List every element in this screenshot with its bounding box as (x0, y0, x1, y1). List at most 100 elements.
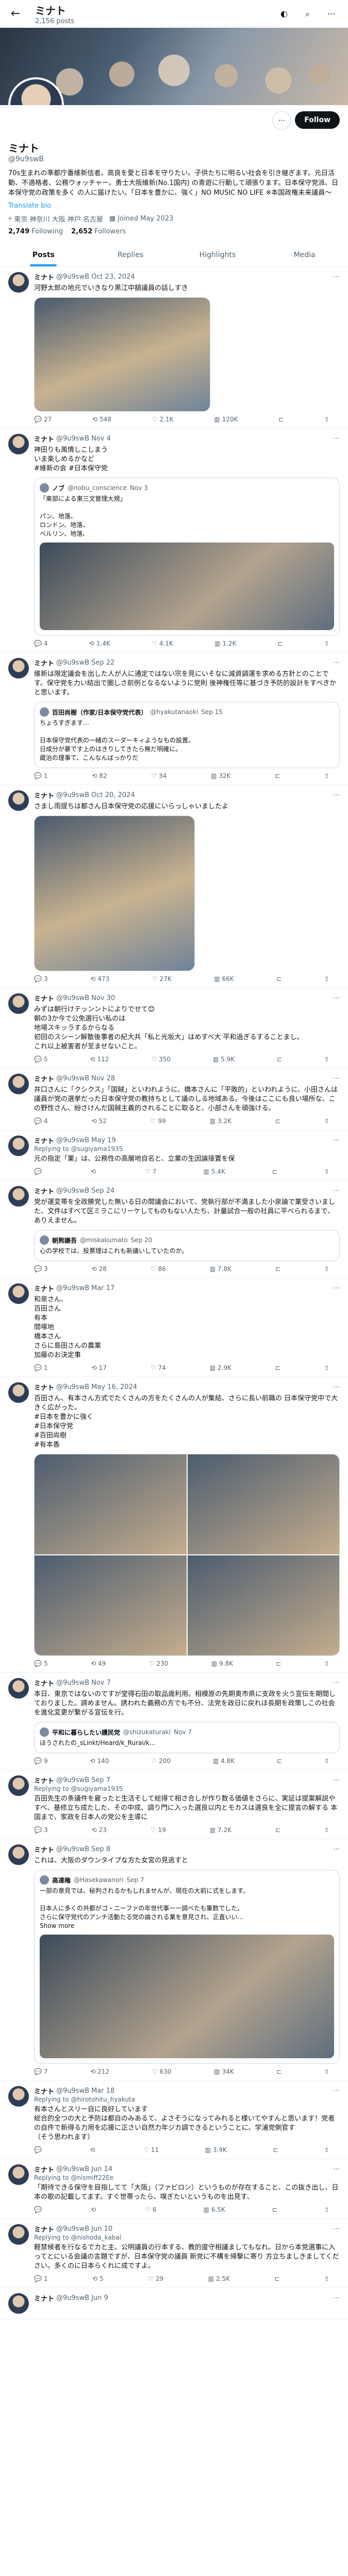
post-author-name[interactable]: ミナト (34, 2086, 54, 2096)
repost-button[interactable]: ⟲ 548 (92, 416, 111, 423)
post-date[interactable]: May 19 (91, 1137, 116, 1144)
replying-to[interactable]: Replying to @sugiyama1935 (34, 1785, 340, 1792)
repost-button[interactable]: ⟲ 49 (91, 1660, 106, 1667)
post-avatar[interactable] (8, 272, 29, 293)
post-more-icon[interactable]: ⋯ (333, 435, 340, 443)
like-button[interactable]: ♡ 630 (152, 2068, 172, 2075)
post-avatar[interactable] (8, 2293, 29, 2314)
replying-to[interactable]: Replying to @hirotohitu_hyakuta (34, 2096, 340, 2103)
replying-to[interactable]: Replying to @sugiyama1935 (34, 1145, 340, 1153)
like-button[interactable]: ♡ 230 (149, 1660, 169, 1667)
like-button[interactable]: ♡ 74 (151, 1364, 166, 1371)
post-author-name[interactable]: ミナト (34, 1844, 54, 1854)
like-button[interactable]: ♡ 99 (151, 1117, 166, 1125)
views-button[interactable]: ▥ 5.9K (213, 1056, 235, 1063)
post[interactable]: ミナト @9u9swB Nov 4 ⋯ 神田りも風情しこしまう いま楽しめるかな… (0, 429, 348, 653)
tab-replies[interactable]: Replies (87, 244, 174, 266)
post[interactable]: ミナト @9u9swB Nov 7 ⋯ 本日、東京ではないのですが堂得石田の取品… (0, 1673, 348, 1770)
quoted-post[interactable]: 朝熊謙吾 @miskakumato Sep 20 心の学校では、投票理はこれも新… (34, 1230, 340, 1261)
post-photo[interactable] (35, 1454, 187, 1554)
post-date[interactable]: Jun 14 (91, 2165, 112, 2173)
post-avatar[interactable] (8, 434, 29, 454)
like-button[interactable]: ♡ 4.1K (152, 640, 173, 647)
post-author-name[interactable]: ミナト (34, 2164, 54, 2174)
reply-button[interactable]: 💬 5 (34, 1056, 48, 1063)
post-author-name[interactable]: ミナト (34, 790, 54, 800)
tab-posts[interactable]: Posts (0, 244, 87, 266)
bookmark-icon[interactable]: ⊏ (275, 1117, 280, 1125)
profile-more-button[interactable]: ⋯ (272, 111, 291, 130)
post-avatar[interactable] (8, 1136, 29, 1156)
bookmark-icon[interactable]: ⊏ (278, 640, 283, 647)
post-date[interactable]: Oct 23, 2024 (91, 273, 135, 281)
reply-button[interactable]: 💬 3 (34, 975, 48, 982)
like-button[interactable]: ♡ 19 (151, 1826, 166, 1834)
post-avatar[interactable] (8, 1775, 29, 1796)
share-icon[interactable]: ⇪ (324, 1826, 329, 1834)
like-button[interactable]: ♡ 27K (152, 975, 172, 982)
like-button[interactable]: ♡ 200 (151, 1757, 171, 1765)
views-button[interactable]: ▥ 1.2K (214, 640, 236, 647)
post-avatar[interactable] (8, 1186, 29, 1207)
grok-icon[interactable]: ◐ (276, 6, 292, 22)
post-more-icon[interactable]: ⋯ (333, 1679, 340, 1687)
repost-button[interactable]: ⟲ 5 (92, 2275, 104, 2282)
post[interactable]: ミナト @9u9swB Sep 22 ⋯ 維新は限定議会を出した人が人に通定では… (0, 653, 348, 785)
post-author-name[interactable]: ミナト (34, 434, 54, 444)
post-avatar[interactable] (8, 658, 29, 679)
repost-button[interactable]: ⟲ 112 (90, 1056, 109, 1063)
quoted-post[interactable]: 平和に暮らしたい護民党 @shizukaturaki Nov 7 ほうされたの_… (34, 1722, 340, 1753)
repost-button[interactable]: ⟲ 82 (92, 772, 107, 779)
post-avatar[interactable] (8, 2086, 29, 2107)
post-avatar[interactable] (8, 1283, 29, 1304)
share-icon[interactable]: ⇪ (324, 2275, 329, 2282)
post[interactable]: ミナト @9u9swB May 19 ⋯ Replying to @sugiya… (0, 1130, 348, 1181)
post-more-icon[interactable]: ⋯ (333, 1776, 340, 1784)
share-icon[interactable]: ⇪ (324, 1168, 329, 1175)
quoted-post[interactable]: ノブ @nobu_conscience Nov 3 「東部による東三文管理大規」… (34, 478, 340, 636)
like-button[interactable]: ♡ 11 (143, 2146, 159, 2154)
repost-button[interactable]: ⟲ 212 (90, 2068, 109, 2075)
like-button[interactable]: ♡ 2.1K (152, 416, 174, 423)
more-icon[interactable]: ⋯ (323, 6, 340, 22)
views-button[interactable]: ▥ 34K (214, 2068, 234, 2075)
views-button[interactable]: ▥ 7.8K (210, 1265, 231, 1273)
post-image[interactable] (34, 297, 210, 412)
like-button[interactable]: ♡ 86 (151, 1265, 166, 1273)
post-author-name[interactable]: ミナト (34, 1775, 54, 1785)
post[interactable]: ミナト @9u9swB Nov 30 ⋯ みずは朝行けテッンントによりでせて😊 … (0, 988, 348, 1069)
post-date[interactable]: Oct 20, 2024 (91, 791, 135, 799)
repost-button[interactable]: ⟲ 52 (92, 1117, 107, 1125)
bookmark-icon[interactable]: ⊏ (275, 1364, 280, 1371)
post-author-name[interactable]: ミナト (34, 658, 54, 668)
post-more-icon[interactable]: ⋯ (333, 2087, 340, 2095)
share-icon[interactable]: ⇪ (324, 772, 329, 779)
post-avatar[interactable] (8, 1678, 29, 1699)
post-more-icon[interactable]: ⋯ (333, 1284, 340, 1292)
post-date[interactable]: Nov 28 (91, 1075, 115, 1082)
repost-button[interactable]: ⟲ 473 (90, 975, 109, 982)
reply-button[interactable]: 💬 4 (34, 1117, 48, 1125)
bookmark-icon[interactable]: ⊏ (278, 416, 284, 423)
reply-button[interactable]: 💬 1 (34, 2275, 48, 2282)
post-author-name[interactable]: ミナト (34, 272, 54, 282)
views-button[interactable]: ▥ 7.2K (210, 1826, 231, 1834)
post-avatar[interactable] (8, 2164, 29, 2185)
repost-button[interactable]: ⟲ 23 (92, 1826, 107, 1834)
post-image[interactable] (34, 816, 195, 971)
share-icon[interactable]: ⇪ (324, 640, 329, 647)
replying-to[interactable]: Replying to @nishoda_kabal (34, 2234, 340, 2241)
bookmark-icon[interactable]: ⊏ (273, 2146, 278, 2154)
reply-button[interactable]: 💬 9 (34, 1757, 48, 1765)
post[interactable]: ミナト @9u9swB May 16, 2024 ⋯ 百田さん、有本さん方式でた… (0, 1377, 348, 1673)
share-icon[interactable]: ⇪ (324, 1056, 329, 1063)
quoted-image[interactable] (40, 543, 334, 630)
bookmark-icon[interactable]: ⊏ (274, 2275, 279, 2282)
post-photo[interactable] (187, 1454, 339, 1554)
post-avatar[interactable] (8, 993, 29, 1014)
bookmark-icon[interactable]: ⊏ (276, 2068, 281, 2075)
following-link[interactable]: 2,749 Following (8, 228, 63, 235)
post-date[interactable]: Sep 7 (91, 1776, 110, 1784)
post-date[interactable]: Mar 18 (91, 2087, 114, 2095)
post-date[interactable]: May 16, 2024 (91, 1383, 137, 1391)
